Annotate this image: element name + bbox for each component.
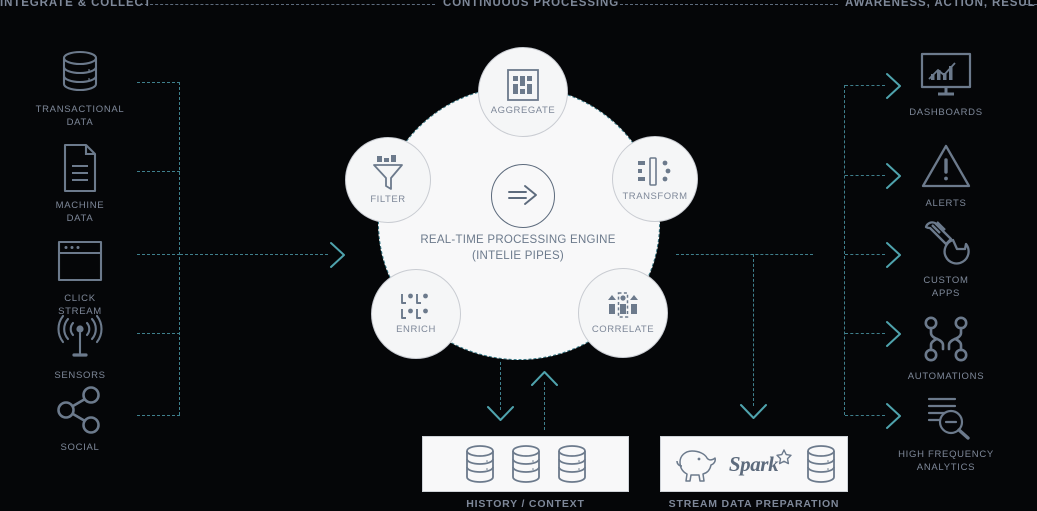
stage-label: CORRELATE [591,324,655,335]
header-divider-left [140,4,435,5]
engine-output-trunk [676,254,813,255]
spark-logo: Spark [728,448,793,477]
share-network-icon [20,383,140,437]
engine-to-stream-prep-arrow-icon [739,402,768,424]
output-label: ALERTS [925,198,967,209]
stage-label: AGGREGATE [490,105,556,116]
arrow-pipe-icon [505,183,541,209]
store-history-context[interactable] [422,436,629,492]
source-stub-social [137,415,180,416]
output-stub-alerts [845,175,885,176]
source-label: SENSORS [54,370,106,381]
source-stub-click [137,254,180,255]
stage-label: FILTER [370,194,406,205]
database-icon [554,444,590,484]
source-stub-machine [137,171,180,172]
engine-to-stream-prep-line [753,254,754,406]
source-stub-sensors [137,333,180,334]
output-high-frequency-analytics[interactable]: HIGH FREQUENCY ANALYTICS [886,390,1006,474]
engine-to-history-line [500,362,501,410]
stage-label: TRANSFORM [622,191,688,202]
wrench-icon [886,216,1006,270]
source-social[interactable]: SOCIAL [20,383,140,454]
engine-title-line-1: REAL-TIME PROCESSING ENGINE [420,234,616,246]
ingest-arrow-icon [327,240,349,270]
output-stub-automations [845,333,885,334]
stage-label: ENRICH [396,324,436,335]
stage-correlate[interactable]: CORRELATE [578,268,668,358]
section-header-integrate-collect: INTEGRATE & COLLECT [0,0,152,9]
source-bus-spine [179,82,180,415]
header-divider-middle [620,4,838,5]
engine-title: REAL-TIME PROCESSING ENGINE (INTELIE PIP… [383,232,653,264]
document-icon [20,141,140,195]
output-stub-custom-apps [845,254,885,255]
database-icon [508,444,544,484]
transform-icon [637,156,673,188]
magnifier-lines-icon [886,390,1006,444]
output-label: HIGH FREQUENCY ANALYTICS [898,449,994,473]
engine-title-line-2: (INTELIE PIPES) [472,250,564,262]
stage-enrich[interactable]: ENRICH [371,269,461,359]
funnel-icon [371,155,405,191]
stage-transform[interactable]: TRANSFORM [612,136,698,222]
store-stream-data-preparation[interactable]: Spark [660,436,848,492]
store-history-context-label: HISTORY / CONTEXT [466,498,585,510]
ingest-line-to-engine [180,254,328,255]
output-label: CUSTOM APPS [923,275,969,299]
browser-window-icon [20,234,140,288]
warning-triangle-icon [886,139,1006,193]
output-alerts[interactable]: ALERTS [886,139,1006,210]
diagram-canvas: INTEGRATE & COLLECT CONTINUOUS PROCESSIN… [0,0,1037,511]
source-label: MACHINE DATA [55,200,105,224]
source-label: SOCIAL [60,442,100,453]
output-automations[interactable]: AUTOMATIONS [886,312,1006,383]
spark-wordmark: Spark [728,451,779,476]
output-dashboards[interactable]: DASHBOARDS [886,48,1006,119]
stage-filter[interactable]: FILTER [345,137,431,223]
section-header-awareness-action-results: AWARENESS, ACTION, RESULTS [845,0,1037,9]
source-click-stream[interactable]: CLICK STREAM [20,234,140,318]
history-to-engine-arrow-icon [530,366,559,388]
output-bus-spine [844,85,845,415]
database-icon [803,444,839,484]
hadoop-elephant-logo [669,444,719,484]
source-label: TRANSACTIONAL DATA [35,104,125,128]
monitor-chart-icon [886,48,1006,102]
source-machine-data[interactable]: MACHINE DATA [20,141,140,225]
engine-to-history-arrow-icon [486,404,515,426]
output-label: AUTOMATIONS [907,371,985,382]
stage-aggregate[interactable]: AGGREGATE [478,47,568,137]
output-stub-dashboards [845,85,885,86]
correlate-icon [605,291,641,321]
output-custom-apps[interactable]: CUSTOM APPS [886,216,1006,300]
output-stub-analytics [845,415,885,416]
store-stream-data-preparation-label: STREAM DATA PREPARATION [668,498,840,510]
engine-core-badge [491,164,555,228]
database-icon [20,45,140,99]
source-stub-transactional [137,82,180,83]
history-to-engine-line [544,382,545,430]
source-transactional-data[interactable]: TRANSACTIONAL DATA [20,45,140,129]
automation-nodes-icon [886,312,1006,366]
database-icon [462,444,498,484]
output-label: DASHBOARDS [909,107,983,118]
aggregate-blocks-icon [506,68,540,102]
source-sensors[interactable]: SENSORS [20,311,140,382]
section-header-continuous-processing: CONTINUOUS PROCESSING [443,0,620,9]
antenna-signal-icon [20,311,140,365]
enrich-brackets-icon [399,293,433,321]
